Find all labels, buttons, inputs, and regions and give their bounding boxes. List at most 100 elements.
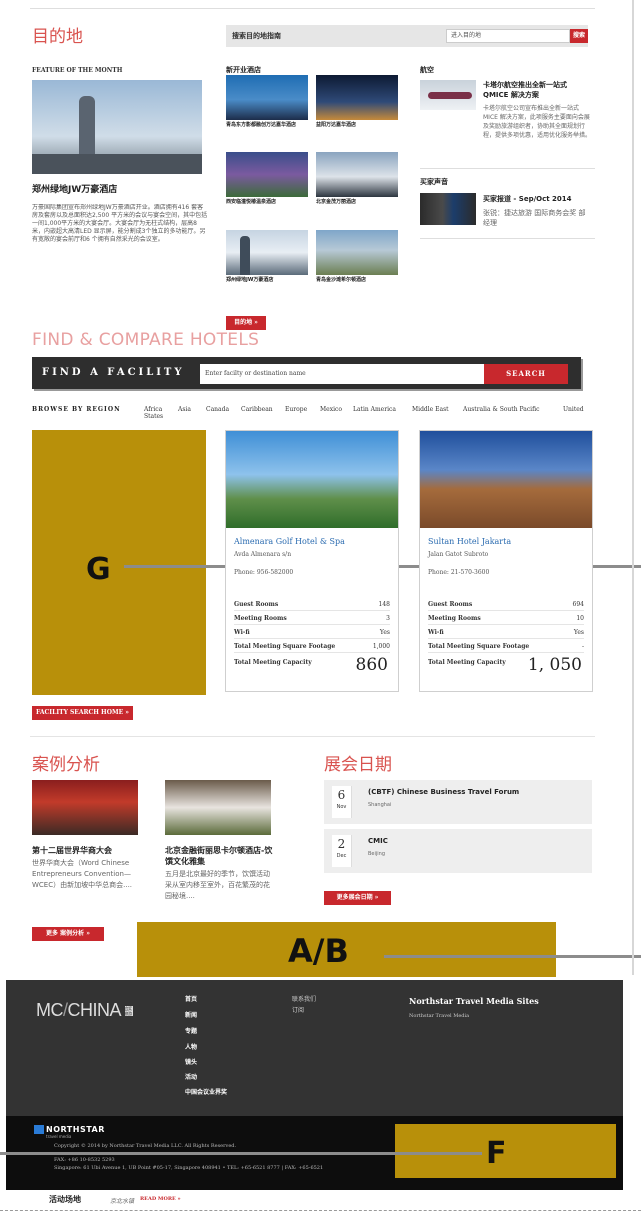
almenara-capacity-label: Total Meeting Capacity: [234, 659, 312, 666]
events-title: 展会日期: [324, 755, 392, 775]
sultan-image[interactable]: [420, 431, 592, 528]
aviation-text: 卡塔尔航空公司宣布推出全新一站式MICE 解决方案，此项服务主要面向会展及奖励旅…: [483, 105, 591, 139]
cases-more-button[interactable]: 更多 案例分析 »: [32, 927, 104, 941]
buyer-divider: [420, 238, 595, 239]
hotel-thumb-3[interactable]: [226, 152, 308, 197]
region-asia[interactable]: Asia: [178, 406, 191, 413]
hotel-name-4[interactable]: 北京金茂万丽酒店: [316, 199, 400, 206]
sultan-phone: Phone: 21-570-3600: [428, 569, 490, 576]
feature-label: FEATURE OF THE MONTH: [32, 67, 123, 74]
sultan-stat-sqft: Total Meeting Square Footage -: [428, 640, 584, 653]
region-australia[interactable]: Australia & South Pacific: [463, 406, 539, 413]
region-middle-east[interactable]: Middle East: [412, 406, 449, 413]
aviation-title[interactable]: 卡塔尔航空推出全新一站式QMICE 解决方案: [483, 80, 591, 100]
region-mexico[interactable]: Mexico: [320, 406, 342, 413]
venue-read-more[interactable]: READ MORE »: [140, 1196, 181, 1202]
hotel-name-6[interactable]: 青岛金沙滩希尔顿酒店: [316, 277, 400, 284]
hotel-name-5[interactable]: 郑州绿地JW万豪酒店: [226, 277, 310, 284]
hotel-card-sultan[interactable]: Sultan Hotel Jakarta Jalan Gatot Subroto…: [419, 430, 593, 692]
aviation-label: 航空: [420, 66, 434, 74]
annotation-block-g: [32, 430, 206, 695]
event-city-1: Shanghai: [368, 802, 392, 808]
almenara-stat-wifi: Wi-fi Yes: [234, 626, 390, 639]
case-text-1: 世界华商大会（Word Chinese Entrepreneurs Conven…: [32, 859, 133, 889]
region-caribbean[interactable]: Caribbean: [241, 406, 273, 413]
event-item-2[interactable]: 2 Dec CMIC Beijing: [324, 829, 592, 873]
sultan-address: Jalan Gatot Subroto: [428, 551, 489, 558]
new-hotels-label: 新开业酒店: [226, 66, 261, 74]
almenara-address: Avda Almenara s/n: [234, 551, 292, 558]
hotel-name-3[interactable]: 西安临潼悦椿温泉酒店: [226, 199, 310, 206]
find-facility-label: FIND A FACILITY: [42, 367, 185, 378]
footer-logo[interactable]: MC/CHINA 会奖旅游: [36, 1000, 133, 1021]
aviation-image[interactable]: [420, 80, 476, 110]
footer-sites-link[interactable]: Northstar Travel Media: [409, 1013, 469, 1019]
hotel-thumb-5[interactable]: [226, 230, 308, 275]
find-compare-title: FIND & COMPARE HOTELS: [32, 330, 260, 350]
almenara-stat-rooms: Guest Rooms 148: [234, 598, 390, 611]
facility-search-button[interactable]: SEARCH: [484, 364, 568, 384]
footer-link-awards[interactable]: 中国会议业界奖: [185, 1087, 227, 1096]
hotel-thumb-1[interactable]: [226, 75, 308, 120]
region-africa[interactable]: Africa States: [144, 406, 170, 420]
case-image-1[interactable]: [32, 780, 138, 835]
almenara-capacity: 860: [355, 655, 388, 675]
mid-divider: [30, 736, 595, 737]
hotel-name-2[interactable]: 益阳万达嘉华酒店: [316, 122, 400, 129]
destinations-more-button[interactable]: 目的地 »: [226, 316, 266, 330]
hotel-thumb-4[interactable]: [316, 152, 398, 197]
almenara-name[interactable]: Almenara Golf Hotel & Spa: [234, 537, 345, 546]
annotation-pointer-f: [0, 1152, 482, 1155]
event-date-2: 2 Dec: [332, 835, 352, 867]
venue-name[interactable]: 京北水镇: [110, 1196, 134, 1205]
event-item-1[interactable]: 6 Nov (CBTF) Chinese Business Travel For…: [324, 780, 592, 824]
buyer-label: 买家声音: [420, 178, 448, 186]
hotel-thumb-6[interactable]: [316, 230, 398, 275]
event-city-2: Beijing: [368, 851, 386, 857]
footer-link-contact[interactable]: 联系我们: [292, 994, 316, 1003]
facility-search-home-button[interactable]: FACILITY SEARCH HOME »: [32, 706, 133, 720]
footer-link-news[interactable]: 新闻: [185, 1010, 197, 1019]
footer-link-topics[interactable]: 专题: [185, 1026, 197, 1035]
featured-hotel-image[interactable]: [32, 80, 202, 174]
hotel-card-almenara[interactable]: Almenara Golf Hotel & Spa Avda Almenara …: [225, 430, 399, 692]
footer-link-subscribe[interactable]: 订阅: [292, 1005, 304, 1014]
buyer-title[interactable]: 买家报道 - Sep/Oct 2014: [483, 194, 591, 204]
footer-link-people[interactable]: 人物: [185, 1042, 197, 1051]
case-text-2: 五月是北京最好的季节，饮馔活动采从室内移至室外，百花繁茂的花园秘境....: [165, 870, 270, 900]
case-title-1[interactable]: 第十二届世界华商大会: [32, 845, 152, 856]
destination-search-input[interactable]: 进入目的地: [446, 29, 570, 43]
top-divider: [30, 8, 595, 9]
footer-link-home[interactable]: 首页: [185, 994, 197, 1003]
sultan-name[interactable]: Sultan Hotel Jakarta: [428, 537, 511, 546]
venue-section-label: 活动场地: [49, 1195, 81, 1204]
case-title-2[interactable]: 北京金融街丽思卡尔顿酒店-饮馔文化雅集: [165, 845, 275, 867]
featured-hotel-text: 万豪国际集团宣布郑州绿地JW万豪酒店开业。酒店拥有416 套客房及套房以及总面积…: [32, 204, 208, 243]
events-more-button[interactable]: 更多展会日期 »: [324, 891, 391, 905]
hotel-name-1[interactable]: 青岛东方影都融创万达嘉华酒店: [226, 122, 310, 129]
annotation-pointer-ab: [384, 955, 641, 958]
destinations-title: 目的地: [32, 27, 83, 47]
event-title-2[interactable]: CMIC: [368, 837, 388, 845]
facility-search-input[interactable]: Enter facilty or destination name: [200, 364, 484, 384]
featured-hotel-title[interactable]: 郑州绿地JW万豪酒店: [32, 182, 117, 195]
sultan-capacity-label: Total Meeting Capacity: [428, 659, 506, 666]
annotation-label-f: F: [486, 1136, 507, 1171]
region-latin-america[interactable]: Latin America: [353, 406, 396, 413]
northstar-mark-icon: [34, 1125, 44, 1134]
region-europe[interactable]: Europe: [285, 406, 307, 413]
hotel-thumb-2[interactable]: [316, 75, 398, 120]
destination-search-button[interactable]: 搜索: [570, 29, 588, 43]
case-image-2[interactable]: [165, 780, 271, 835]
region-united[interactable]: United: [563, 406, 584, 413]
buyer-image[interactable]: [420, 193, 476, 225]
footer-link-events[interactable]: 活动: [185, 1072, 197, 1081]
find-facility-bar: FIND A FACILITY Enter facilty or destina…: [32, 357, 581, 389]
almenara-stat-sqft: Total Meeting Square Footage 1,000: [234, 640, 390, 653]
page-scrollbar[interactable]: [632, 0, 634, 975]
northstar-logo[interactable]: NORTHSTAR travel media: [34, 1125, 105, 1139]
region-canada[interactable]: Canada: [206, 406, 229, 413]
almenara-image[interactable]: [226, 431, 398, 528]
footer-link-lens[interactable]: 镜头: [185, 1057, 197, 1066]
event-title-1[interactable]: (CBTF) Chinese Business Travel Forum: [368, 788, 519, 796]
